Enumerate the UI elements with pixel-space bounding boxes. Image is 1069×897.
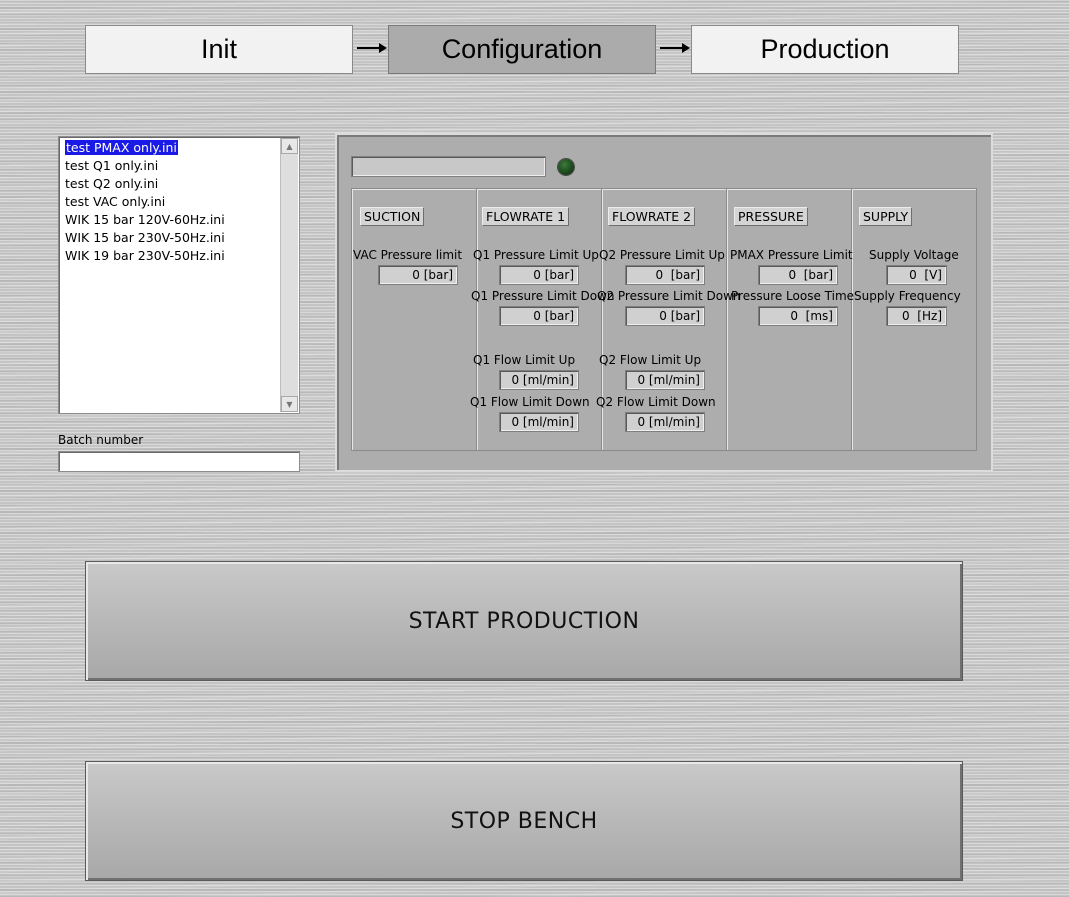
flowrate-1-title: FLOWRATE 1 (482, 207, 570, 226)
list-scrollbar[interactable]: ▲ ▼ (280, 138, 298, 412)
list-item[interactable]: WIK 19 bar 230V-50Hz.ini (63, 247, 277, 265)
list-item[interactable]: test VAC only.ini (63, 193, 277, 211)
start-production-button[interactable]: START PRODUCTION (85, 561, 963, 681)
supply-voltage-field[interactable]: 0 [V] (886, 265, 947, 285)
vac-pressure-limit-field[interactable]: 0 [bar] (378, 265, 458, 285)
supply-title: SUPPLY (859, 207, 913, 226)
step-configuration: Configuration (388, 25, 656, 74)
q2-flow-limit-up-field[interactable]: 0 [ml/min] (625, 370, 705, 390)
pmax-pressure-limit-label: PMAX Pressure Limit (730, 248, 853, 262)
q2-pressure-limit-down-field[interactable]: 0 [bar] (625, 306, 705, 326)
step-production: Production (691, 25, 959, 74)
q2-pressure-limit-up-field[interactable]: 0 [bar] (625, 265, 705, 285)
flowrate-2-title: FLOWRATE 2 (608, 207, 696, 226)
step-arrow-icon (357, 43, 387, 53)
list-item[interactable]: test PMAX only.ini (63, 139, 277, 157)
suction-title: SUCTION (360, 207, 425, 226)
batch-number-input[interactable] (58, 451, 300, 472)
q2-flow-limit-down-label: Q2 Flow Limit Down (596, 395, 716, 409)
supply-voltage-label: Supply Voltage (869, 248, 959, 262)
section-suction (351, 188, 477, 451)
q1-flow-limit-up-field[interactable]: 0 [ml/min] (499, 370, 579, 390)
pressure-loose-time-label: Pressure Loose Time (731, 289, 855, 303)
pressure-title: PRESSURE (734, 207, 808, 226)
q1-flow-limit-down-field[interactable]: 0 [ml/min] (499, 412, 579, 432)
config-file-list[interactable]: test PMAX only.ini test Q1 only.ini test… (58, 136, 300, 414)
supply-frequency-field[interactable]: 0 [Hz] (886, 306, 947, 326)
q2-pressure-limit-up-label: Q2 Pressure Limit Up (599, 248, 725, 262)
q2-flow-limit-down-field[interactable]: 0 [ml/min] (625, 412, 705, 432)
q2-flow-limit-up-label: Q2 Flow Limit Up (599, 353, 702, 367)
step-arrow-icon (660, 43, 690, 53)
q1-pressure-limit-down-label: Q1 Pressure Limit Down (471, 289, 615, 303)
scroll-up-icon[interactable]: ▲ (281, 138, 298, 154)
list-item[interactable]: WIK 15 bar 230V-50Hz.ini (63, 229, 277, 247)
pmax-pressure-limit-field[interactable]: 0 [bar] (758, 265, 838, 285)
list-item[interactable]: WIK 15 bar 120V-60Hz.ini (63, 211, 277, 229)
q2-pressure-limit-down-label: Q2 Pressure Limit Down (597, 289, 741, 303)
supply-frequency-label: Supply Frequency (854, 289, 961, 303)
status-field (351, 156, 546, 177)
list-item[interactable]: test Q1 only.ini (63, 157, 277, 175)
q1-pressure-limit-down-field[interactable]: 0 [bar] (499, 306, 579, 326)
stop-bench-button[interactable]: STOP BENCH (85, 761, 963, 881)
q1-pressure-limit-up-field[interactable]: 0 [bar] (499, 265, 579, 285)
q1-flow-limit-down-label: Q1 Flow Limit Down (470, 395, 590, 409)
step-init: Init (85, 25, 353, 74)
q1-flow-limit-up-label: Q1 Flow Limit Up (473, 353, 576, 367)
q1-pressure-limit-up-label: Q1 Pressure Limit Up (473, 248, 599, 262)
scroll-down-icon[interactable]: ▼ (281, 396, 298, 412)
pressure-loose-time-field[interactable]: 0 [ms] (758, 306, 838, 326)
status-led-icon (558, 159, 574, 175)
batch-number-label: Batch number (58, 433, 144, 447)
list-item[interactable]: test Q2 only.ini (63, 175, 277, 193)
vac-pressure-limit-label: VAC Pressure limit (353, 248, 463, 262)
